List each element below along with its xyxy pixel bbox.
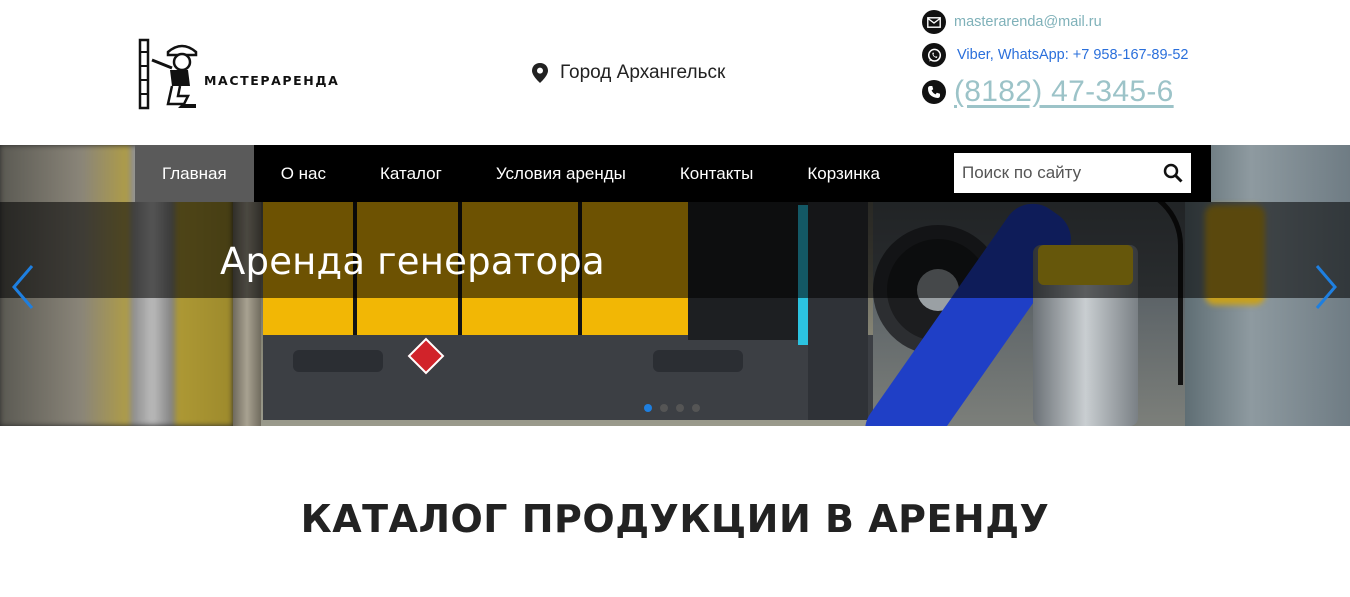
messengers-link[interactable]: Viber, WhatsApp: +7 958-167-89-52 bbox=[957, 47, 1188, 63]
messengers-row: Viber, WhatsApp: +7 958-167-89-52 bbox=[922, 42, 1252, 68]
search-box bbox=[954, 153, 1191, 193]
slider-dot[interactable] bbox=[676, 404, 684, 412]
slider-dots bbox=[644, 404, 700, 412]
city-label: Город Архангельск bbox=[560, 62, 726, 83]
nav-item-catalog[interactable]: Каталог bbox=[353, 145, 469, 202]
phone-icon bbox=[922, 80, 946, 104]
phone-row: (8182) 47-345-6 bbox=[922, 75, 1252, 109]
nav-item-rental-terms[interactable]: Условия аренды bbox=[469, 145, 653, 202]
email-link[interactable]: masterarenda@mail.ru bbox=[954, 14, 1102, 30]
contacts-block: masterarenda@mail.ru Viber, WhatsApp: +7… bbox=[922, 9, 1252, 109]
logo-worker-icon bbox=[138, 38, 198, 110]
chevron-right-icon bbox=[1315, 265, 1337, 309]
slider-dot[interactable] bbox=[644, 404, 652, 412]
slider-next-button[interactable] bbox=[1313, 263, 1339, 311]
search-icon bbox=[1163, 163, 1183, 183]
location-pin-icon bbox=[532, 63, 548, 83]
main-nav: Главная О нас Каталог Условия аренды Кон… bbox=[135, 145, 1211, 202]
slider-dot[interactable] bbox=[660, 404, 668, 412]
nav-item-contacts[interactable]: Контакты bbox=[653, 145, 780, 202]
email-row: masterarenda@mail.ru bbox=[922, 9, 1252, 35]
search-button[interactable] bbox=[1154, 153, 1191, 193]
logo-text: МАСТЕРАРЕНДА bbox=[204, 72, 340, 88]
email-icon bbox=[922, 10, 946, 34]
phone-link[interactable]: (8182) 47-345-6 bbox=[954, 75, 1174, 109]
slide-caption-band bbox=[0, 202, 1350, 298]
slider-dot[interactable] bbox=[692, 404, 700, 412]
slider-prev-button[interactable] bbox=[10, 263, 36, 311]
whatsapp-icon bbox=[922, 43, 946, 67]
nav-item-about[interactable]: О нас bbox=[254, 145, 353, 202]
search-input[interactable] bbox=[954, 153, 1154, 193]
nav-item-home[interactable]: Главная bbox=[135, 145, 254, 202]
site-header: МАСТЕРАРЕНДА Город Архангельск masterare… bbox=[0, 0, 1350, 145]
nav-item-cart[interactable]: Корзинка bbox=[780, 145, 907, 202]
chevron-left-icon bbox=[12, 265, 34, 309]
catalog-heading: КАТАЛОГ ПРОДУКЦИИ В АРЕНДУ bbox=[300, 497, 1050, 541]
slide-title: Аренда генератора bbox=[220, 240, 605, 283]
city-selector[interactable]: Город Архангельск bbox=[530, 62, 725, 84]
logo[interactable]: МАСТЕРАРЕНДА bbox=[138, 38, 338, 112]
